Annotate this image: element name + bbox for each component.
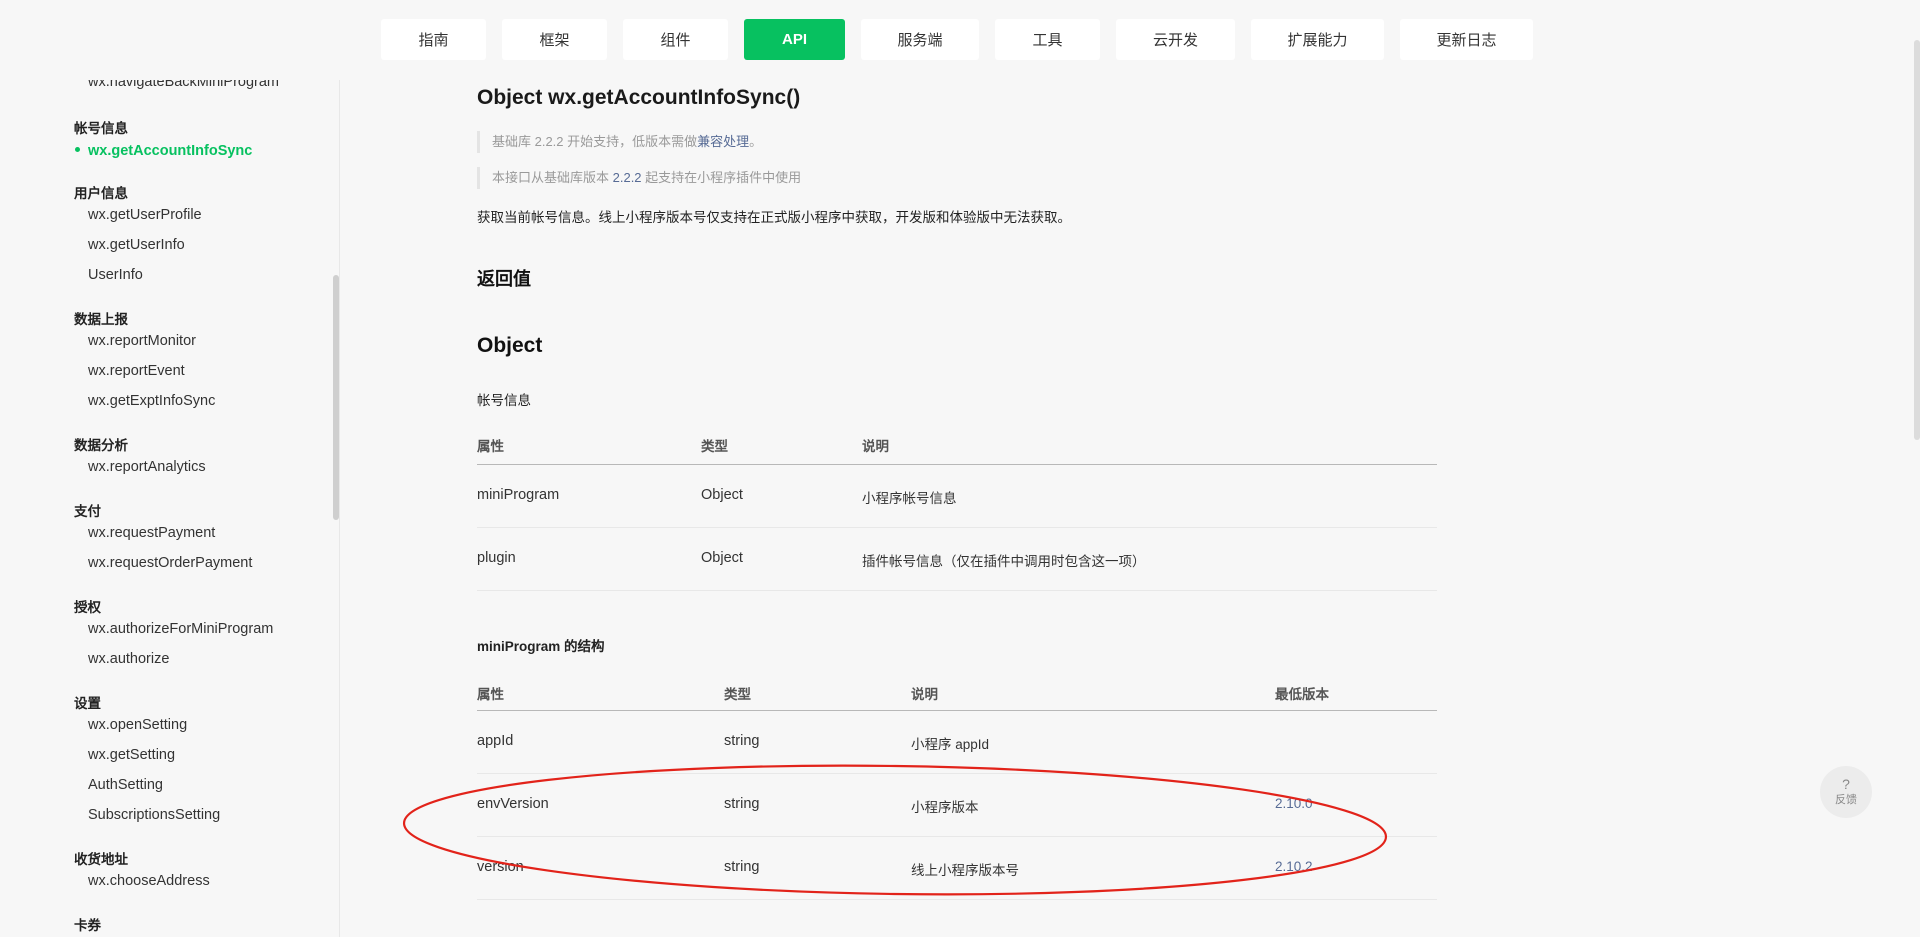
- sidebar-item-requestOrderPayment[interactable]: wx.requestOrderPayment: [88, 555, 252, 571]
- description: 获取当前帐号信息。线上小程序版本号仅支持在正式版小程序中获取，开发版和体验版中无…: [477, 210, 1071, 225]
- table-header-prop: 属性: [477, 439, 504, 454]
- table-cell-prop: version: [477, 859, 524, 875]
- compat-link[interactable]: 兼容处理: [697, 134, 749, 149]
- nav-guide[interactable]: 指南: [381, 19, 486, 60]
- table-header-line: [477, 710, 1437, 711]
- sidebar-item-reportMonitor[interactable]: wx.reportMonitor: [88, 333, 196, 349]
- plugin-note-text: 本接口从基础库版本: [492, 170, 613, 185]
- object-heading: Object: [477, 334, 543, 357]
- sidebar: wx.navigateBackMiniProgram 帐号信息 wx.getAc…: [0, 80, 334, 937]
- plugin-version-link[interactable]: 2.2.2: [613, 170, 642, 185]
- sidebar-category-report: 数据上报: [74, 312, 128, 327]
- table-cell-desc: 小程序 appId: [911, 737, 990, 752]
- page-title: Object wx.getAccountInfoSync(): [477, 86, 801, 109]
- question-icon: ?: [1842, 776, 1850, 792]
- sidebar-item-navigateBackMiniProgram[interactable]: wx.navigateBackMiniProgram: [88, 80, 279, 90]
- table-cell-prop: plugin: [477, 550, 516, 566]
- plugin-note-suffix: 起支持在小程序插件中使用: [641, 170, 802, 185]
- sidebar-category-card: 卡券: [74, 918, 101, 933]
- feedback-label: 反馈: [1835, 794, 1857, 806]
- support-note: 基础库 2.2.2 开始支持，低版本需做兼容处理。: [477, 131, 762, 153]
- sidebar-category-analytics: 数据分析: [74, 438, 128, 453]
- table-cell-type: Object: [701, 487, 743, 503]
- plugin-note: 本接口从基础库版本 2.2.2 起支持在小程序插件中使用: [477, 167, 801, 189]
- sidebar-item-authorize[interactable]: wx.authorize: [88, 651, 169, 667]
- sidebar-category-account: 帐号信息: [74, 121, 128, 136]
- sidebar-category-userinfo: 用户信息: [74, 186, 128, 201]
- nav-components[interactable]: 组件: [623, 19, 728, 60]
- table-header-line: [477, 464, 1437, 465]
- top-nav: 指南 框架 组件 API 服务端 工具 云开发 扩展能力 更新日志: [0, 0, 1920, 80]
- table-row-line: [477, 590, 1437, 591]
- table-row-line: [477, 527, 1437, 528]
- nav-tools[interactable]: 工具: [995, 19, 1100, 60]
- nav-extensions[interactable]: 扩展能力: [1251, 19, 1384, 60]
- feedback-button[interactable]: ? 反馈: [1820, 766, 1872, 818]
- table-header-type: 类型: [701, 439, 728, 454]
- active-dot: [75, 147, 80, 152]
- object-table: 属性 类型 说明 miniProgram Object 小程序帐号信息 plug…: [477, 432, 1437, 592]
- nav-cloud[interactable]: 云开发: [1116, 19, 1235, 60]
- table-cell-desc: 小程序帐号信息: [862, 491, 957, 506]
- return-heading: 返回值: [477, 269, 531, 289]
- sidebar-category-address: 收货地址: [74, 852, 128, 867]
- nav-changelog[interactable]: 更新日志: [1400, 19, 1533, 60]
- nav-server[interactable]: 服务端: [861, 19, 979, 60]
- table-row-line: [477, 773, 1437, 774]
- table-cell-prop: envVersion: [477, 796, 549, 812]
- table-cell-min-version[interactable]: 2.10.0: [1275, 796, 1313, 811]
- sidebar-category-authorize: 授权: [74, 600, 101, 615]
- table-header-type: 类型: [724, 687, 751, 702]
- table-cell-prop: miniProgram: [477, 487, 560, 503]
- support-note-suffix: 。: [749, 134, 763, 149]
- sidebar-category-payment: 支付: [74, 504, 101, 519]
- table-cell-type: string: [724, 796, 760, 812]
- table-cell-type: Object: [701, 550, 743, 566]
- sidebar-item-SubscriptionsSetting[interactable]: SubscriptionsSetting: [88, 807, 220, 823]
- table-cell-min-version[interactable]: 2.10.2: [1275, 859, 1313, 874]
- sidebar-item-authorizeForMiniProgram[interactable]: wx.authorizeForMiniProgram: [88, 621, 273, 637]
- sidebar-item-UserInfo[interactable]: UserInfo: [88, 267, 143, 283]
- nav-api[interactable]: API: [744, 19, 845, 60]
- sidebar-item-getUserProfile[interactable]: wx.getUserProfile: [88, 207, 202, 223]
- miniprogram-table: 属性 类型 说明 最低版本 appId string 小程序 appId env…: [477, 680, 1437, 902]
- nav-framework[interactable]: 框架: [502, 19, 607, 60]
- table-row-line: [477, 899, 1437, 900]
- sidebar-category-settings: 设置: [74, 696, 101, 711]
- table-cell-desc: 小程序版本: [911, 800, 979, 815]
- sidebar-item-getUserInfo[interactable]: wx.getUserInfo: [88, 237, 185, 253]
- sidebar-item-reportAnalytics[interactable]: wx.reportAnalytics: [88, 459, 206, 475]
- table-header-min-version: 最低版本: [1275, 687, 1329, 702]
- sidebar-item-getAccountInfoSync[interactable]: wx.getAccountInfoSync: [88, 143, 252, 159]
- sidebar-item-openSetting[interactable]: wx.openSetting: [88, 717, 187, 733]
- object-caption: 帐号信息: [477, 393, 531, 408]
- sidebar-item-getSetting[interactable]: wx.getSetting: [88, 747, 175, 763]
- sidebar-item-getExptInfoSync[interactable]: wx.getExptInfoSync: [88, 393, 215, 409]
- table-cell-desc: 插件帐号信息（仅在插件中调用时包含这一项）: [862, 554, 1146, 569]
- table-header-desc: 说明: [911, 687, 938, 702]
- table-cell-prop: appId: [477, 733, 514, 749]
- sidebar-item-requestPayment[interactable]: wx.requestPayment: [88, 525, 215, 541]
- page-scrollbar[interactable]: [1914, 40, 1920, 440]
- table-cell-type: string: [724, 859, 760, 875]
- table-cell-type: string: [724, 733, 760, 749]
- table-row-line: [477, 836, 1437, 837]
- table-header-desc: 说明: [862, 439, 889, 454]
- support-note-text: 基础库 2.2.2 开始支持，低版本需做: [492, 134, 698, 149]
- sidebar-item-AuthSetting[interactable]: AuthSetting: [88, 777, 163, 793]
- sidebar-divider: [339, 80, 340, 937]
- table-cell-desc: 线上小程序版本号: [911, 863, 1019, 878]
- sidebar-item-chooseAddress[interactable]: wx.chooseAddress: [88, 873, 210, 889]
- struct-heading: miniProgram 的结构: [477, 639, 605, 654]
- table-header-prop: 属性: [477, 687, 504, 702]
- sidebar-item-reportEvent[interactable]: wx.reportEvent: [88, 363, 185, 379]
